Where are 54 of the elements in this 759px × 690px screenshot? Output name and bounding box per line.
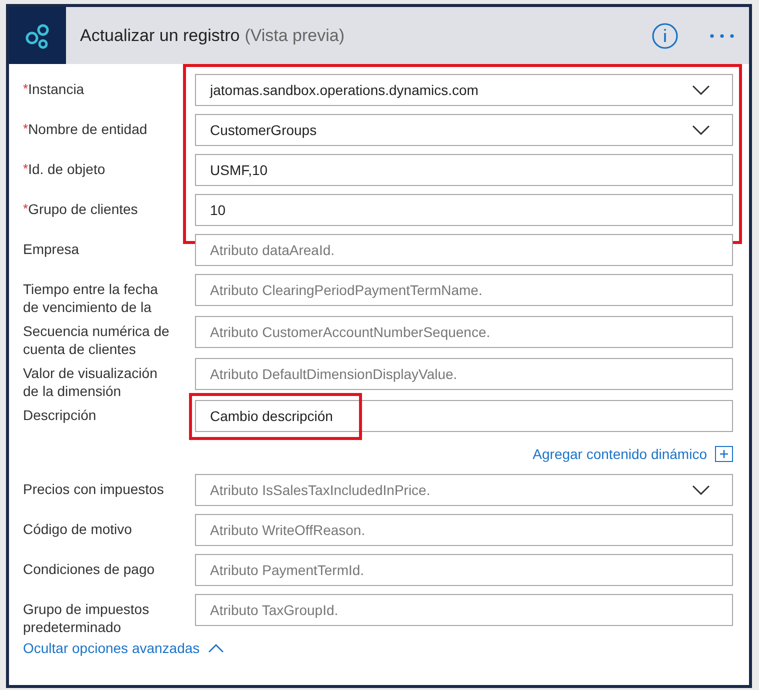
required-asterisk: *	[23, 120, 28, 138]
add-icon[interactable]	[715, 446, 733, 462]
field-value: jatomas.sandbox.operations.dynamics.com	[210, 80, 480, 100]
input-field[interactable]: Atributo WriteOffReason.	[195, 514, 733, 546]
field-label: Condiciones de pago	[23, 560, 155, 578]
card-title: Actualizar un registro	[80, 24, 240, 47]
placeholder-text: Atributo IsSalesTaxIncludedInPrice.	[210, 480, 432, 500]
hide-advanced-options-link[interactable]: Ocultar opciones avanzadas	[23, 638, 200, 659]
dropdown-field[interactable]: Atributo IsSalesTaxIncludedInPrice.	[195, 474, 733, 506]
field-label: Grupo de clientes	[28, 200, 138, 218]
field-label: Valor de visualización de la dimensión	[23, 364, 158, 400]
placeholder-text: Atributo PaymentTermId.	[210, 560, 366, 580]
chevron-down-icon	[692, 125, 710, 135]
field-label: Precios con impuestos	[23, 480, 164, 498]
info-icon[interactable]	[651, 22, 679, 50]
chevron-down-icon	[692, 485, 710, 495]
more-options-icon[interactable]	[709, 32, 735, 38]
required-asterisk: *	[23, 200, 28, 218]
placeholder-text: Atributo DefaultDimensionDisplayValue.	[210, 364, 458, 384]
input-field[interactable]: Atributo PaymentTermId.	[195, 554, 733, 586]
required-asterisk: *	[23, 160, 28, 178]
input-field[interactable]: USMF,10	[195, 154, 733, 186]
placeholder-text: Atributo ClearingPeriodPaymentTermName.	[210, 280, 484, 300]
placeholder-text: Atributo TaxGroupId.	[210, 600, 340, 620]
field-label: Secuencia numérica de cuenta de clientes	[23, 322, 170, 358]
input-field[interactable]: Atributo ClearingPeriodPaymentTermName.	[195, 274, 733, 306]
field-label: Tiempo entre la fecha de vencimiento de la	[23, 280, 159, 316]
field-label: Nombre de entidad	[28, 120, 148, 138]
field-label: Instancia	[28, 80, 84, 98]
input-field[interactable]: Atributo CustomerAccountNumberSequence.	[195, 316, 733, 348]
dynamic-content-link[interactable]: Agregar contenido dinámico	[532, 444, 707, 464]
chevron-down-icon	[692, 85, 710, 95]
dropdown-field[interactable]: CustomerGroups	[195, 114, 733, 146]
dropdown-field[interactable]: jatomas.sandbox.operations.dynamics.com	[195, 74, 733, 106]
input-field[interactable]: Atributo DefaultDimensionDisplayValue.	[195, 358, 733, 390]
gears-icon	[9, 7, 66, 64]
field-value: Cambio descripción	[210, 406, 710, 426]
input-field[interactable]: Atributo TaxGroupId.	[195, 594, 733, 626]
required-asterisk: *	[23, 80, 28, 98]
placeholder-text: Atributo WriteOffReason.	[210, 520, 366, 540]
field-label: Código de motivo	[23, 520, 132, 538]
input-field[interactable]: 10	[195, 194, 733, 226]
chevron-up-icon[interactable]	[208, 644, 224, 653]
placeholder-text: Atributo dataAreaId.	[210, 240, 336, 260]
field-label: Descripción	[23, 406, 96, 424]
input-field[interactable]: Atributo dataAreaId.	[195, 234, 733, 266]
field-value: USMF,10	[210, 160, 269, 180]
field-value: 10	[210, 200, 227, 220]
field-label: Grupo de impuestos predeterminado	[23, 600, 150, 636]
card-subtitle: (Vista previa)	[244, 24, 345, 47]
field-label: Empresa	[23, 240, 80, 258]
placeholder-text: Atributo CustomerAccountNumberSequence.	[210, 322, 492, 342]
field-label: Id. de objeto	[28, 160, 106, 178]
field-value: CustomerGroups	[210, 120, 318, 140]
